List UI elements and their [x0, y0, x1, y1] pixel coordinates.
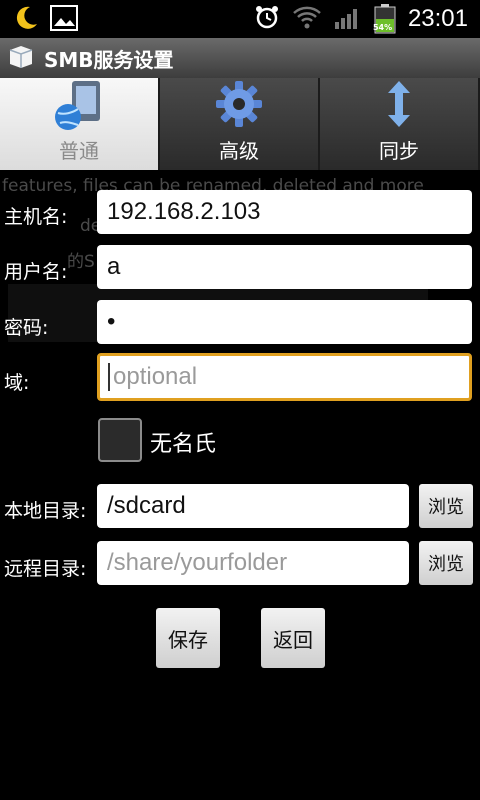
password-value: • [107, 308, 116, 335]
remote-dir-label: 远程目录: [4, 558, 87, 580]
computer-globe-icon [52, 77, 106, 131]
text-caret [108, 363, 110, 391]
tab-advanced[interactable]: 高级 [160, 78, 320, 170]
local-browse-button[interactable]: 浏览 [419, 484, 473, 528]
username-value: a [107, 253, 121, 280]
remote-browse-button[interactable]: 浏览 [419, 541, 473, 585]
app-box-icon [8, 44, 34, 72]
battery-level: 54% [372, 23, 393, 32]
alarm-icon [254, 4, 280, 34]
remote-dir-placeholder: /share/yourfolder [107, 549, 288, 576]
tab-general-label: 普通 [59, 139, 99, 163]
host-value: 192.168.2.103 [107, 198, 261, 225]
tab-sync[interactable]: 同步 [320, 78, 480, 170]
title-bar: SMB服务设置 [0, 38, 480, 78]
status-clock: 23:01 [407, 5, 468, 32]
tab-sync-label: 同步 [379, 139, 419, 163]
user-label: 用户名: [4, 261, 68, 283]
local-dir-value: /sdcard [107, 492, 186, 519]
gallery-icon [50, 5, 78, 35]
battery-icon: 54% [372, 4, 396, 34]
host-field[interactable]: 192.168.2.103 [97, 190, 472, 234]
status-bar: 54% 23:01 [0, 0, 480, 38]
signal-icon [334, 4, 362, 34]
tab-bar: 普通 高级 同步 [0, 78, 480, 170]
password-field[interactable]: • [97, 300, 472, 344]
local-dir-field[interactable]: /sdcard [97, 484, 409, 528]
username-field[interactable]: a [97, 245, 472, 289]
wifi-icon [292, 5, 322, 33]
anonymous-label: 无名氏 [150, 432, 217, 457]
domain-placeholder: optional [113, 363, 198, 390]
save-button[interactable]: 保存 [156, 608, 220, 668]
remote-dir-field[interactable]: /share/yourfolder [97, 541, 409, 585]
tab-general[interactable]: 普通 [0, 78, 160, 170]
tab-advanced-label: 高级 [219, 139, 259, 163]
local-dir-label: 本地目录: [4, 500, 87, 522]
moon-icon [12, 4, 40, 36]
sync-arrows-icon [372, 77, 426, 131]
back-button[interactable]: 返回 [261, 608, 325, 668]
domain-field[interactable]: optional [97, 353, 472, 401]
password-label: 密码: [4, 317, 49, 339]
anonymous-checkbox[interactable] [98, 418, 142, 462]
host-label: 主机名: [4, 206, 68, 228]
gear-icon [212, 77, 266, 131]
domain-label: 域: [4, 372, 30, 394]
app-title: SMB服务设置 [44, 47, 174, 72]
